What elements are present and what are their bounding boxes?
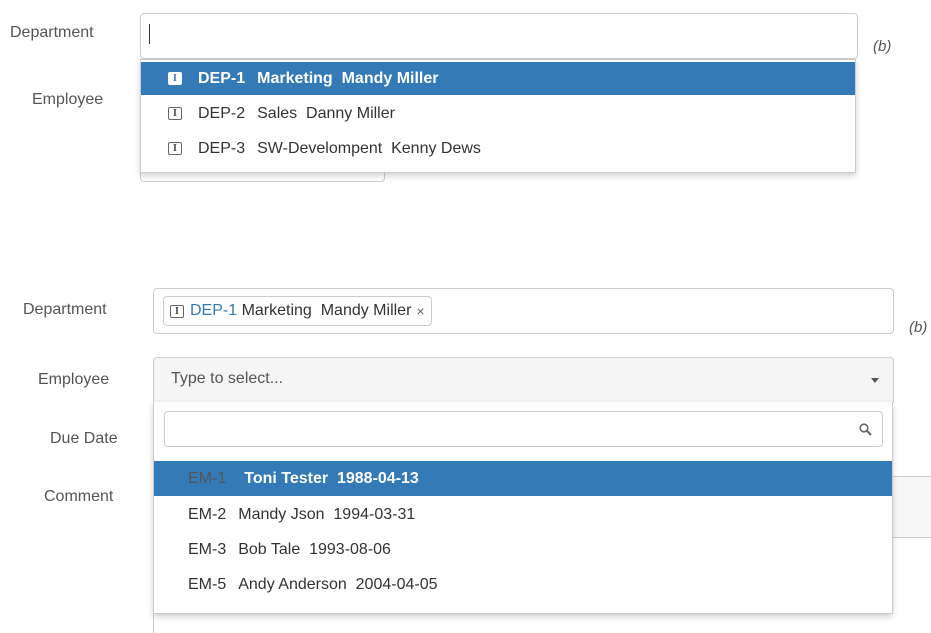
employee-select[interactable]: Type to select... <box>153 357 894 403</box>
comment-label: Comment <box>44 488 114 505</box>
employee-label: Employee <box>38 371 110 388</box>
caret-down-icon <box>871 378 879 383</box>
option-code: DEP-3 <box>198 139 246 157</box>
tag-code: DEP-1 <box>190 302 238 319</box>
employee-option[interactable]: EM-2 Mandy Json 1994-03-31 <box>154 498 892 531</box>
id-icon: I <box>168 142 182 155</box>
department-option[interactable]: I DEP-1 Marketing Mandy Miller <box>141 62 855 95</box>
employee-option[interactable]: EM-5 Andy Anderson 2004-04-05 <box>154 568 892 601</box>
note-b: (b) <box>873 38 892 55</box>
employee-search-input[interactable] <box>164 411 883 447</box>
divider <box>153 612 154 633</box>
id-icon: I <box>170 304 184 318</box>
option-code: DEP-1 <box>198 69 246 87</box>
search-icon <box>859 423 872 436</box>
due-date-label: Due Date <box>50 430 118 447</box>
tag-text: Marketing Mandy Miller <box>237 302 412 319</box>
text-cursor <box>149 24 150 44</box>
note-b: (b) <box>909 319 928 336</box>
employee-option[interactable]: EM-1 Toni Tester 1988-04-13 <box>154 461 892 496</box>
employee-option[interactable]: EM-3 Bob Tale 1993-08-06 <box>154 533 892 566</box>
option-text: Mandy Json 1994-03-31 <box>238 505 416 523</box>
department-select[interactable]: I DEP-1 Marketing Mandy Miller × <box>153 288 894 334</box>
department-search-input[interactable] <box>140 13 858 59</box>
employee-label: Employee <box>32 91 104 108</box>
department-label: Department <box>10 24 94 41</box>
option-code: EM-3 <box>188 540 227 558</box>
option-code: EM-2 <box>188 505 227 523</box>
tag-remove-button[interactable]: × <box>416 303 424 319</box>
option-code: EM-1 <box>188 469 227 487</box>
department-label: Department <box>23 301 107 318</box>
id-icon: I <box>168 107 182 120</box>
selected-tag: I DEP-1 Marketing Mandy Miller × <box>163 296 432 326</box>
option-text: Sales Danny Miller <box>257 104 395 122</box>
option-code: DEP-2 <box>198 104 246 122</box>
department-dropdown: I DEP-1 Marketing Mandy Miller I DEP-2 S… <box>140 59 856 173</box>
option-text: SW-Develompent Kenny Dews <box>257 139 481 157</box>
id-icon: I <box>168 72 182 85</box>
department-option[interactable]: I DEP-2 Sales Danny Miller <box>141 97 855 130</box>
employee-dropdown: EM-1 Toni Tester 1988-04-13 EM-2 Mandy J… <box>153 402 893 614</box>
option-code: EM-5 <box>188 575 227 593</box>
option-text: Andy Anderson 2004-04-05 <box>238 575 438 593</box>
employee-placeholder: Type to select... <box>171 370 284 387</box>
option-text: Marketing Mandy Miller <box>257 69 439 87</box>
option-text: Toni Tester 1988-04-13 <box>244 469 419 487</box>
option-text: Bob Tale 1993-08-06 <box>238 540 391 558</box>
department-option[interactable]: I DEP-3 SW-Develompent Kenny Dews <box>141 132 855 165</box>
